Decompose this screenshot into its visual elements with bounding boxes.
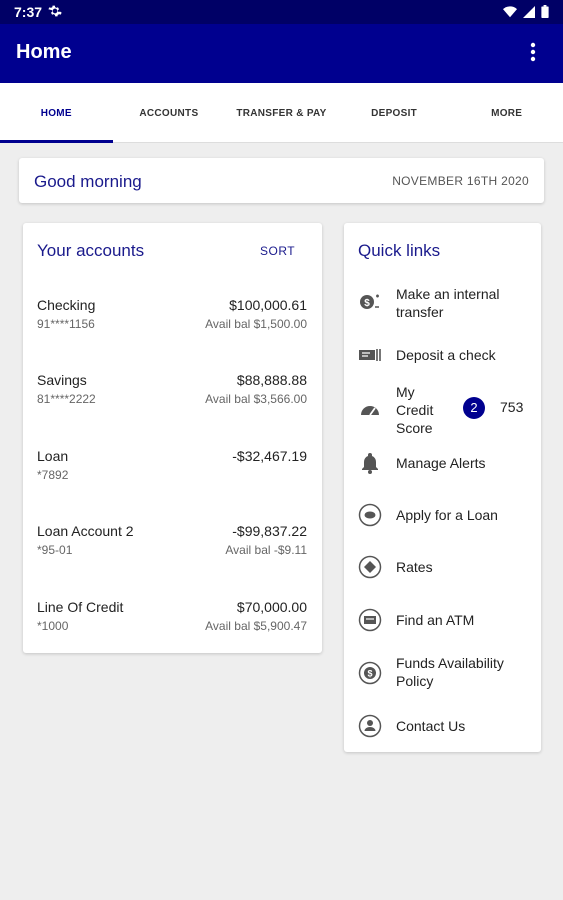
page-title: Home (16, 41, 72, 63)
overflow-menu-icon[interactable] (521, 42, 545, 66)
svg-text:$: $ (367, 669, 372, 679)
account-available: Avail bal $1,500.00 (205, 317, 307, 331)
person-icon (358, 714, 382, 738)
loan-icon (358, 503, 382, 527)
quick-link-label: My Credit Score (396, 384, 434, 436)
account-balance: $88,888.88 (236, 372, 307, 388)
quick-link-label: Apply for a Loan (396, 507, 498, 523)
settings-gear-icon (48, 4, 62, 23)
account-available: Avail bal $5,900.47 (205, 619, 307, 633)
account-balance: -$99,837.22 (232, 523, 307, 539)
dollar-circle-icon: $ (358, 661, 382, 685)
tab-home[interactable]: HOME (0, 83, 113, 143)
quick-link-label: Contact Us (396, 718, 466, 734)
account-balance: $100,000.61 (229, 297, 307, 313)
quick-link-credit-score[interactable]: My Credit Score 2 753 (358, 383, 533, 437)
quick-link-internal-transfer[interactable]: $ Make an internal transfer (358, 285, 533, 321)
status-icons (503, 5, 549, 23)
tab-bar: HOME ACCOUNTS TRANSFER & PAY DEPOSIT MOR… (0, 83, 563, 143)
account-available: Avail bal $3,566.00 (205, 392, 307, 406)
quick-link-manage-alerts[interactable]: Manage Alerts (358, 452, 533, 476)
account-name: Savings (37, 372, 87, 388)
account-number: *95-01 (37, 543, 73, 557)
account-balance: $70,000.00 (236, 599, 307, 615)
quick-link-label: Funds Availability Policy (396, 655, 504, 689)
account-number: *7892 (37, 468, 69, 482)
quick-link-rates[interactable]: Rates (358, 555, 533, 580)
accounts-card: Your accounts SORT Checking 91****1156 $… (23, 223, 322, 653)
greeting-text: Good morning (34, 172, 142, 191)
battery-icon (541, 5, 549, 23)
account-row-savings[interactable]: Savings 81****2222 $88,888.88 Avail bal … (37, 372, 307, 414)
quick-link-label: Rates (396, 559, 433, 575)
gauge-icon (358, 397, 382, 421)
account-balance: -$32,467.19 (232, 448, 307, 464)
credit-score-value: 753 (500, 399, 524, 415)
wifi-icon (503, 5, 517, 23)
quick-link-deposit-check[interactable]: Deposit a check (358, 344, 533, 368)
account-number: 91****1156 (37, 317, 95, 331)
quick-link-label: Manage Alerts (396, 455, 486, 471)
greeting-date: NOVEMBER 16TH 2020 (392, 174, 529, 188)
quick-link-funds-availability[interactable]: $ Funds Availability Policy (358, 654, 533, 690)
accounts-title: Your accounts (37, 241, 145, 260)
notification-badge: 2 (463, 397, 485, 419)
quick-link-label: Deposit a check (396, 347, 496, 363)
transfer-icon: $ (358, 290, 382, 314)
account-available: Avail bal -$9.11 (225, 543, 307, 557)
account-name: Loan (37, 448, 69, 464)
quick-links-title: Quick links (358, 241, 441, 260)
app-bar: Home (0, 24, 563, 83)
account-name: Line Of Credit (37, 599, 124, 615)
tab-more[interactable]: MORE (450, 83, 563, 142)
tab-transfer-pay[interactable]: TRANSFER & PAY (225, 83, 338, 142)
account-number: *1000 (37, 619, 69, 633)
tab-accounts[interactable]: ACCOUNTS (113, 83, 226, 142)
check-deposit-icon (358, 343, 382, 367)
atm-icon (358, 608, 382, 632)
account-row-checking[interactable]: Checking 91****1156 $100,000.61 Avail ba… (37, 297, 307, 339)
account-row-loan-account-2[interactable]: Loan Account 2 *95-01 -$99,837.22 Avail … (37, 523, 307, 565)
account-number: 81****2222 (37, 392, 96, 406)
account-row-loan[interactable]: Loan *7892 -$32,467.19 (37, 448, 307, 490)
quick-links-card: Quick links $ Make an internal transfer … (344, 223, 541, 752)
svg-text:$: $ (364, 298, 370, 309)
account-row-line-of-credit[interactable]: Line Of Credit *1000 $70,000.00 Avail ba… (37, 599, 307, 641)
quick-link-label: Make an internal transfer (396, 286, 500, 320)
greeting-card: Good morning NOVEMBER 16TH 2020 (19, 158, 544, 203)
quick-link-apply-loan[interactable]: Apply for a Loan (358, 503, 533, 528)
rates-icon (358, 555, 382, 579)
quick-link-label: Find an ATM (396, 612, 475, 628)
sort-button[interactable]: SORT (260, 244, 295, 258)
tab-deposit[interactable]: DEPOSIT (338, 83, 451, 142)
quick-link-find-atm[interactable]: Find an ATM (358, 608, 533, 633)
signal-icon (523, 5, 535, 23)
account-name: Loan Account 2 (37, 523, 134, 539)
quick-link-contact-us[interactable]: Contact Us (358, 714, 533, 739)
status-bar: 7:37 (0, 0, 563, 24)
status-time: 7:37 (14, 4, 43, 20)
bell-icon (358, 451, 382, 475)
account-name: Checking (37, 297, 96, 313)
